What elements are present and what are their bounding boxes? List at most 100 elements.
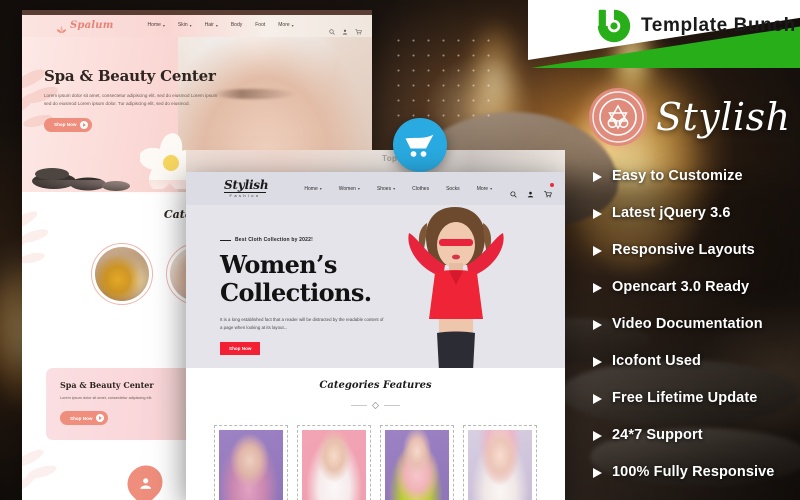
fashion-categories-heading: Categories Features (319, 380, 432, 391)
fashion-logo-subtitle: Fashion (229, 193, 261, 198)
fashion-categories-section: Categories Features (186, 368, 565, 500)
fashion-nav-item-home[interactable]: Home ▾ (304, 186, 321, 192)
product-title: Stylish (656, 95, 791, 139)
fashion-product-card[interactable] (380, 425, 454, 500)
feature-label: Video Documentation (612, 315, 763, 332)
fashion-site-header: Stylish Fashion Home ▾ Women ▾ Shoes ▾ Clot… (186, 172, 565, 205)
nav-label: Clothes (412, 185, 430, 192)
chevron-down-icon: ▾ (393, 186, 396, 191)
spa-hero-shop-now-button[interactable]: Shop Now (44, 117, 93, 132)
chevron-down-icon: ▾ (357, 186, 360, 191)
product-title-row: Stylish (589, 88, 791, 146)
cart-icon[interactable] (544, 183, 554, 203)
nav-label: Home (147, 22, 161, 28)
fashion-hero-title: Women’s Collections. (220, 251, 410, 307)
spa-hero-content: Spa & Beauty Center Lorem ipsum dolor si… (44, 67, 234, 132)
fashion-product-card[interactable] (214, 425, 288, 500)
brand-logo-row: Template Bunch (596, 8, 796, 44)
feature-label: Easy to Customize (612, 167, 743, 184)
feature-item: Responsive Layouts (592, 231, 797, 268)
dot-grid-pattern (388, 30, 500, 128)
fashion-website-screenshot: Stylish Fashion Home ▾ Women ▾ Shoes ▾ Clot… (186, 172, 565, 500)
fashion-hero-content: Best Cloth Collection by 2022! Women’s C… (220, 237, 410, 355)
spa-site-nav: Home ▾ Skin ▾ Hair ▾ Body Foot More ▾ (148, 22, 294, 28)
fashion-product-card-list (186, 425, 565, 500)
account-icon[interactable] (527, 185, 534, 203)
feature-list: Easy to Customize Latest jQuery 3.6 Resp… (592, 157, 797, 490)
lotus-icon (56, 21, 67, 33)
arrow-right-icon (592, 429, 603, 441)
feature-item: Video Documentation (592, 305, 797, 342)
feature-label: Icofont Used (612, 352, 702, 369)
leaf-decoration-icon (22, 198, 76, 288)
product-image (219, 430, 283, 500)
chevron-down-icon: ▾ (215, 22, 218, 28)
fashion-logo-name: Stylish (224, 178, 269, 192)
arrow-right-icon (592, 170, 603, 182)
arrow-right-icon (592, 281, 603, 293)
fashion-site-logo[interactable]: Stylish Fashion (224, 178, 269, 198)
fashion-nav-item-more[interactable]: More ▾ (477, 186, 492, 192)
nav-label: Women (338, 185, 356, 192)
arrow-right-icon (592, 355, 603, 367)
button-label: Shop Now (70, 415, 93, 421)
fashion-nav-item-shoes[interactable]: Shoes ▾ (377, 186, 395, 192)
essential-oil-photo (95, 247, 149, 301)
arrow-right-icon (592, 318, 603, 330)
nav-label: Body (230, 22, 243, 28)
divider-line (351, 404, 367, 406)
feature-item: Easy to Customize (592, 157, 797, 194)
fashion-hero-shop-now-button[interactable]: Shop Now (220, 341, 261, 355)
fashion-hero-eyebrow: Best Cloth Collection by 2022! (220, 237, 410, 243)
spa-hero-text: Lorem ipsum dolor sit amet, consectetur … (44, 93, 218, 107)
button-label: Shop Now (54, 122, 77, 128)
fashion-product-card[interactable] (297, 425, 371, 500)
fashion-nav-item-clothes[interactable]: Clothes (412, 186, 429, 192)
nav-label: Hair (204, 22, 214, 28)
feature-label: Latest jQuery 3.6 (612, 204, 731, 221)
search-icon[interactable] (510, 185, 517, 203)
chevron-down-icon: ▾ (490, 186, 493, 191)
feature-item: Latest jQuery 3.6 (592, 194, 797, 231)
spa-nav-item-more[interactable]: More ▾ (278, 22, 293, 28)
template-bunch-logo-icon (596, 8, 632, 44)
spa-nav-item-hair[interactable]: Hair ▾ (205, 22, 218, 28)
spa-nav-item-skin[interactable]: Skin ▾ (178, 22, 192, 28)
fashion-product-card[interactable] (463, 425, 537, 500)
feature-item: Free Lifetime Update (592, 379, 797, 416)
leaf-decoration-icon (22, 440, 92, 500)
spa-category-item[interactable] (91, 243, 153, 305)
fashion-hero-title-line1: Women’s (220, 250, 337, 279)
brand-name: Template Bunch (641, 15, 796, 36)
nav-label: Foot (255, 22, 266, 28)
spa-nav-item-body[interactable]: Body (231, 22, 242, 28)
arrow-right-icon (592, 466, 603, 478)
feature-label: 24*7 Support (612, 426, 703, 443)
feature-item: Icofont Used (592, 342, 797, 379)
spa-promo-shop-now-button[interactable]: Shop Now (60, 411, 109, 426)
spa-nav-item-home[interactable]: Home ▾ (148, 22, 165, 28)
spa-nav-item-foot[interactable]: Foot (255, 22, 265, 28)
chevron-down-icon: ▾ (291, 22, 294, 28)
arrow-right-icon (592, 392, 603, 404)
eyebrow-label: Best Cloth Collection by 2022! (235, 237, 313, 243)
feature-item: 24*7 Support (592, 416, 797, 453)
spa-site-photo-sliver: Top (186, 150, 565, 172)
opencart-cart-icon (393, 118, 447, 172)
support-headset-icon (119, 458, 170, 500)
stylish-rosette-icon (589, 88, 647, 146)
spa-site-logo[interactable]: Spalum (56, 19, 114, 33)
arrow-right-icon (592, 207, 603, 219)
fashion-nav-item-women[interactable]: Women ▾ (339, 186, 360, 192)
nav-label: Socks (446, 185, 460, 192)
product-image (385, 430, 449, 500)
feature-label: Responsive Layouts (612, 241, 755, 258)
divider-line (384, 404, 400, 406)
spa-hero-title: Spa & Beauty Center (44, 67, 216, 85)
spa-site-logo-text: Spalum (70, 19, 114, 31)
play-arrow-icon (80, 120, 89, 129)
nav-label: More (278, 22, 290, 28)
feature-item: Opencart 3.0 Ready (592, 268, 797, 305)
nav-label: More (476, 185, 489, 192)
fashion-nav-item-socks[interactable]: Socks (446, 186, 460, 192)
